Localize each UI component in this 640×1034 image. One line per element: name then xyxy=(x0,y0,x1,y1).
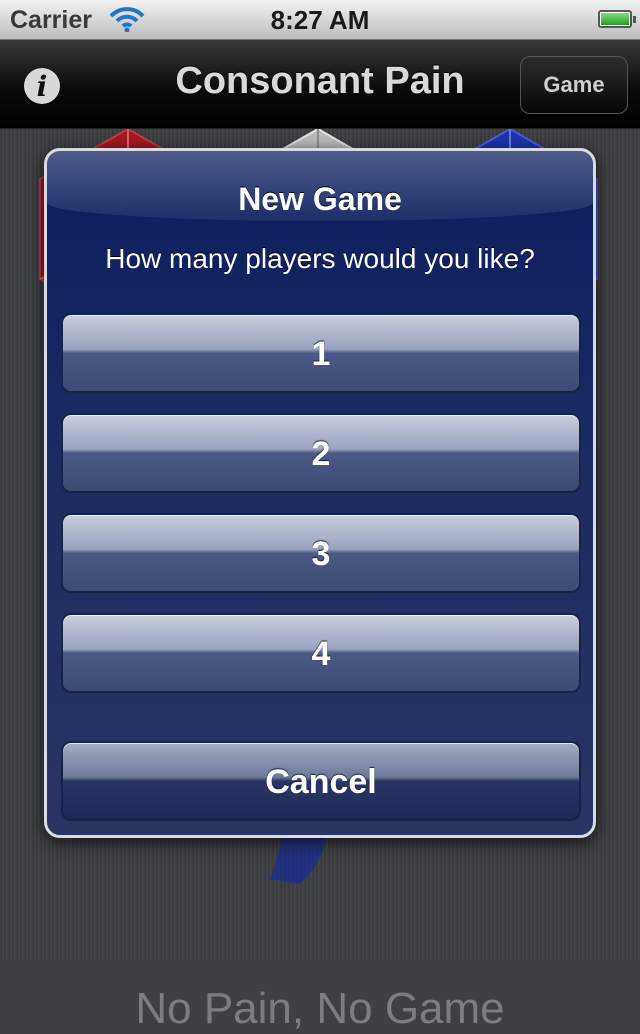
two-players-button[interactable]: 2 xyxy=(61,413,581,493)
cancel-button[interactable]: Cancel xyxy=(61,741,581,821)
tagline: No Pain, No Game xyxy=(135,984,505,1033)
game-button[interactable]: Game xyxy=(520,56,628,114)
status-bar: Carrier 8:27 AM xyxy=(0,0,640,40)
navigation-bar: i Consonant Pain Game xyxy=(0,40,640,129)
status-time: 8:27 AM xyxy=(270,5,370,35)
dialog-message: How many players would you like? xyxy=(105,243,535,274)
dialog-title: New Game xyxy=(238,181,402,217)
battery-level xyxy=(601,13,629,25)
three-players-button[interactable]: 3 xyxy=(61,513,581,593)
one-player-button[interactable]: 1 xyxy=(61,313,581,393)
four-players-button[interactable]: 4 xyxy=(61,613,581,693)
new-game-dialog: New Game How many players would you like… xyxy=(44,148,596,838)
battery-icon xyxy=(598,10,636,28)
